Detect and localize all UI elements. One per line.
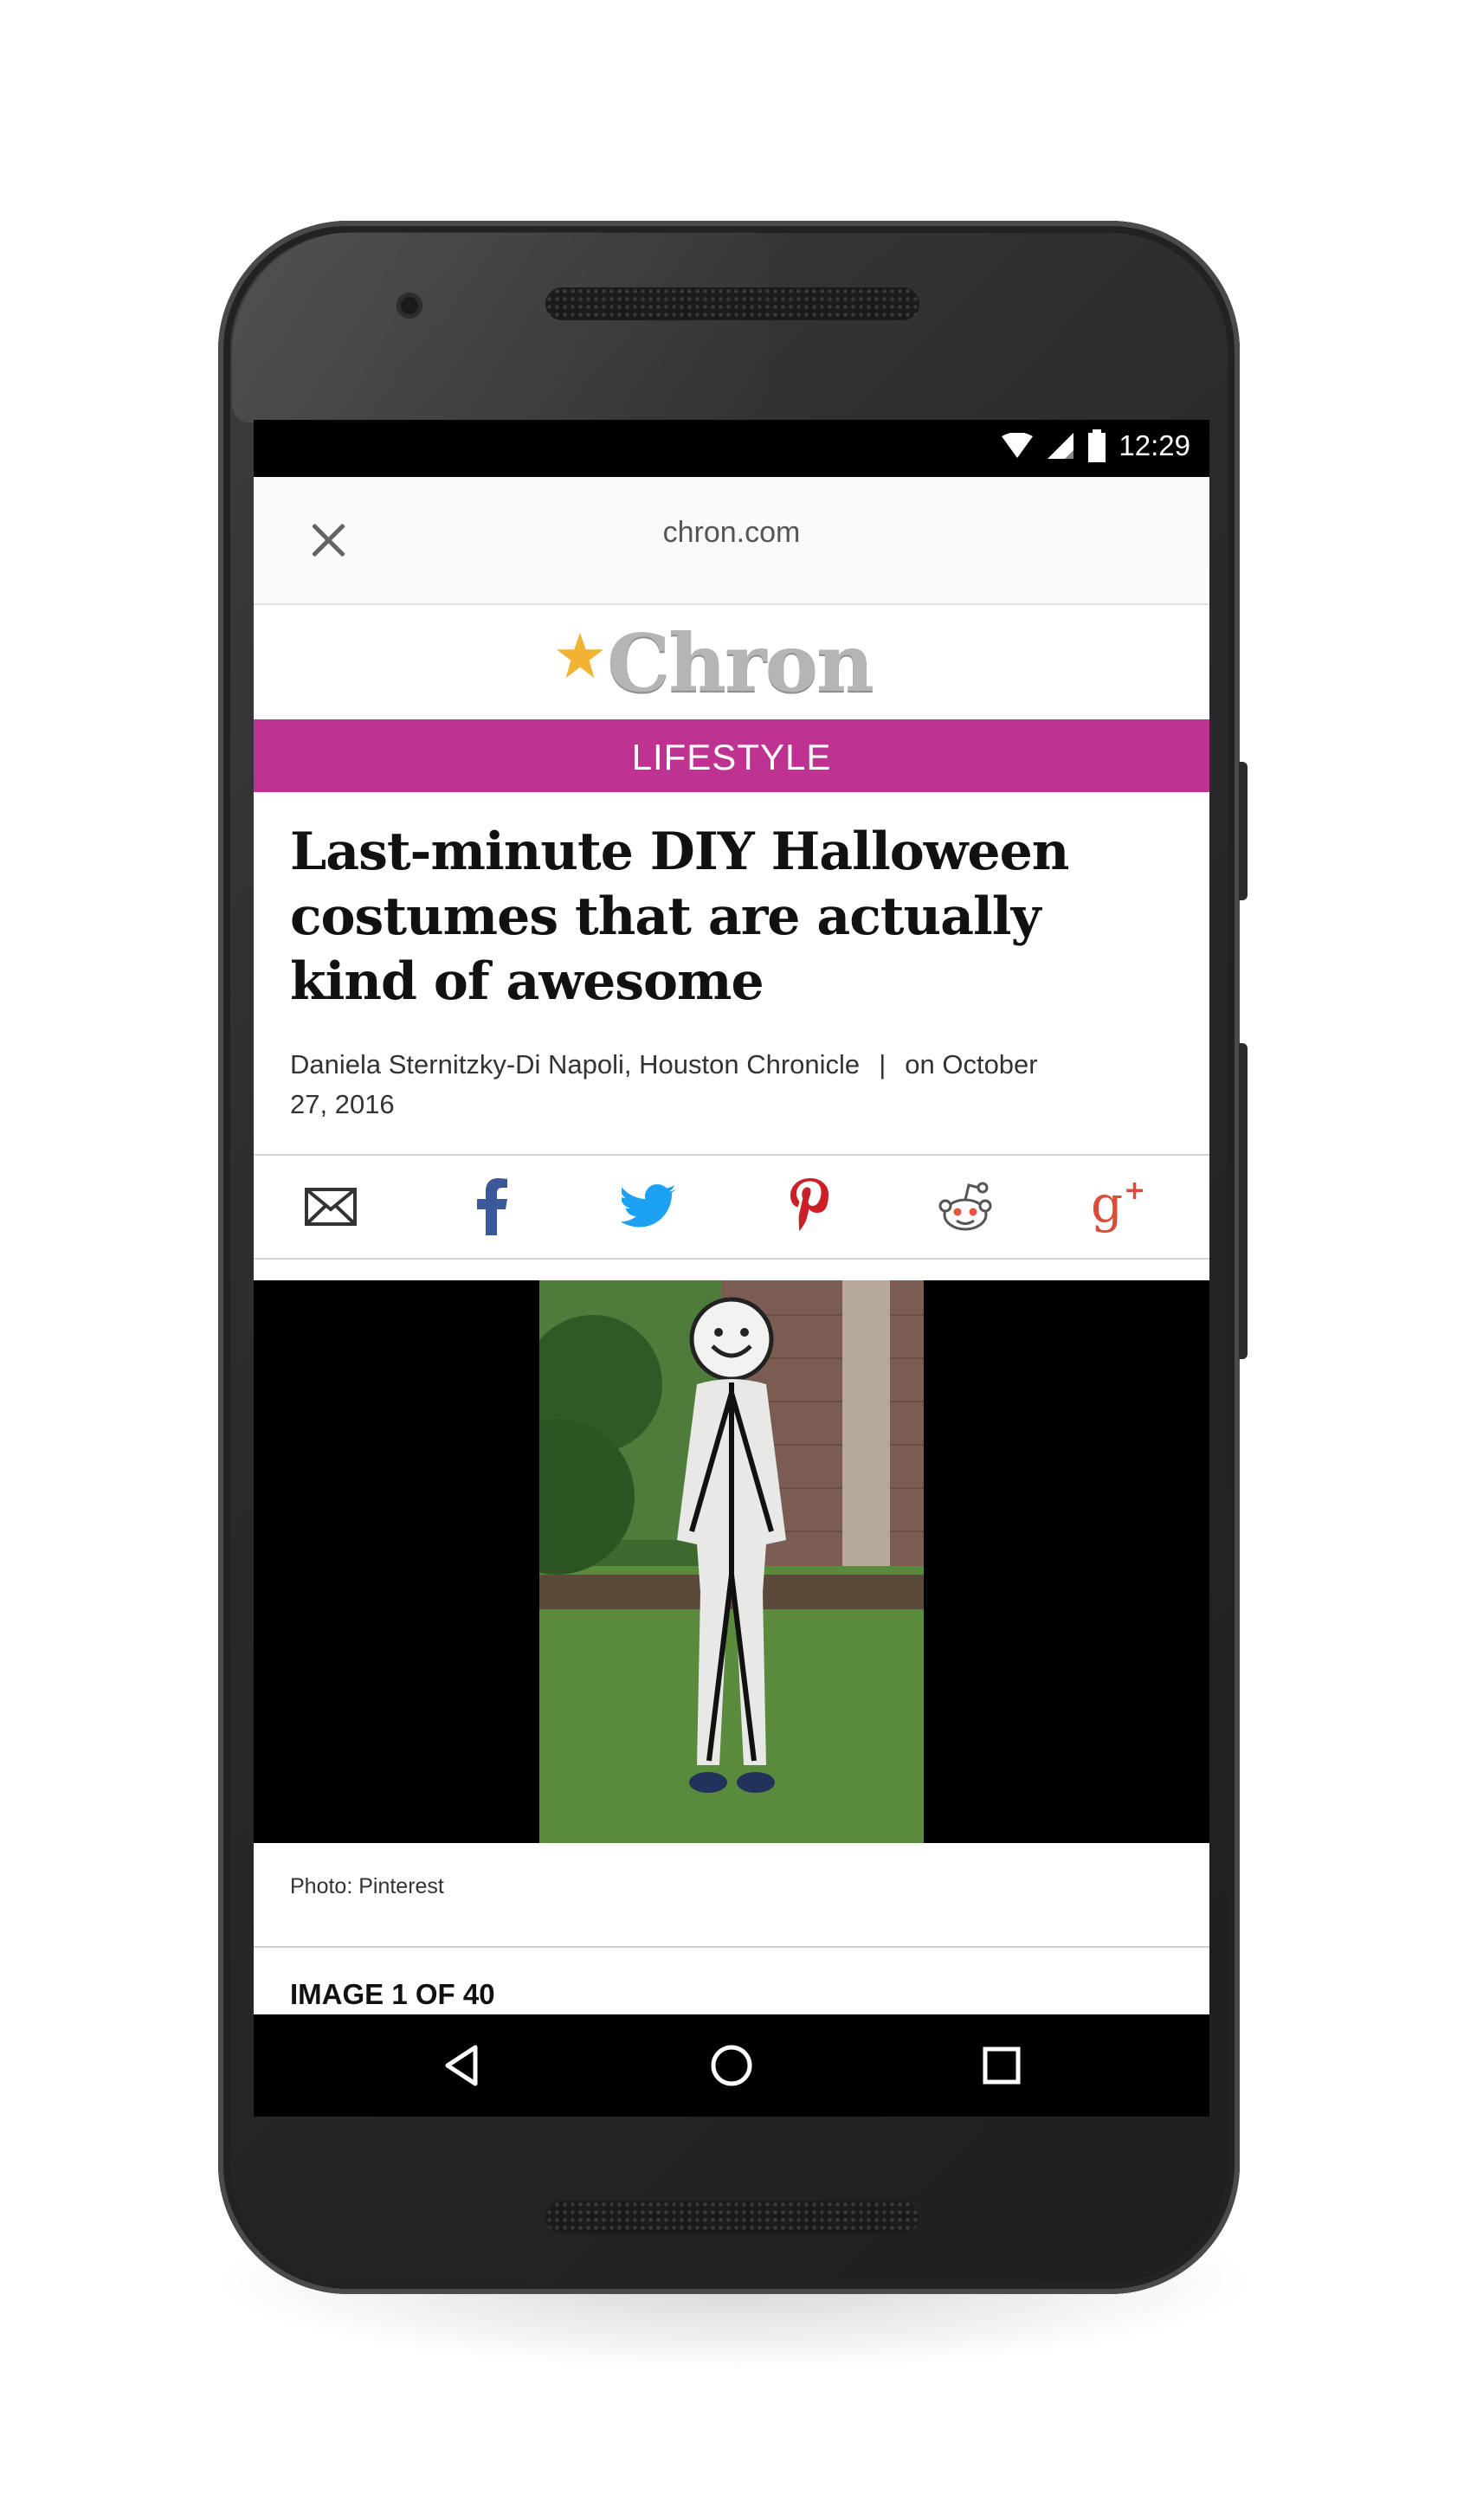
- recents-icon: [983, 2046, 1021, 2085]
- recents-button[interactable]: [979, 2043, 1024, 2088]
- share-bar: g +: [254, 1154, 1209, 1260]
- url-text[interactable]: chron.com: [254, 516, 1209, 550]
- share-twitter-button[interactable]: [617, 1175, 681, 1239]
- image-counter: IMAGE 1 OF 40: [290, 1978, 495, 2010]
- screen: 12:29 chron.com Chron LIFESTYLE Last-min…: [254, 420, 1209, 2117]
- email-icon: [305, 1188, 357, 1226]
- facebook-icon: [477, 1178, 507, 1235]
- home-icon: [711, 2045, 752, 2086]
- share-reddit-button[interactable]: [933, 1175, 997, 1239]
- svg-text:g: g: [1091, 1178, 1123, 1234]
- section-band[interactable]: LIFESTYLE: [254, 719, 1209, 792]
- battery-icon: [1088, 429, 1106, 462]
- status-icons: 12:29: [1001, 429, 1190, 462]
- bottom-speaker: [545, 2201, 919, 2233]
- android-nav-bar: [254, 2014, 1209, 2117]
- cell-signal-icon: [1048, 433, 1074, 459]
- status-time: 12:29: [1119, 429, 1190, 461]
- author-name: Daniela Sternitzky-Di Napoli, Houston Ch…: [290, 1049, 861, 1080]
- article-headline: Last-minute DIY Halloween costumes that …: [290, 822, 1069, 1012]
- home-button[interactable]: [709, 2043, 754, 2088]
- chron-logo[interactable]: Chron: [555, 616, 874, 710]
- status-bar: 12:29: [254, 420, 1209, 477]
- date-prefix: on October: [905, 1049, 1038, 1080]
- front-camera: [397, 293, 422, 319]
- gallery-image-frame[interactable]: [254, 1280, 1209, 1843]
- phone-glare: [232, 232, 769, 422]
- power-button: [1239, 762, 1248, 900]
- back-icon: [445, 2045, 478, 2086]
- volume-button: [1239, 1043, 1248, 1359]
- section-label: LIFESTYLE: [631, 737, 832, 777]
- photo-caption: Photo: Pinterest: [290, 1874, 444, 1898]
- star-icon: [556, 632, 604, 679]
- article-byline: Daniela Sternitzky-Di Napoli, Houston Ch…: [290, 1045, 1038, 1085]
- wifi-icon: [1002, 433, 1034, 458]
- share-facebook-button[interactable]: [460, 1175, 524, 1239]
- share-googleplus-button[interactable]: g +: [1089, 1175, 1153, 1239]
- svg-text:+: +: [1124, 1178, 1145, 1206]
- logo-text: Chron: [607, 616, 874, 710]
- pinterest-icon: [790, 1178, 828, 1231]
- back-button[interactable]: [439, 2043, 484, 2088]
- article-date: 27, 2016: [290, 1089, 395, 1119]
- caption-divider: [254, 1946, 1209, 1948]
- share-pinterest-button[interactable]: [777, 1175, 841, 1239]
- gallery-photo: [539, 1280, 924, 1843]
- byline-separator: |: [879, 1049, 887, 1080]
- site-header: Chron: [254, 605, 1209, 719]
- twitter-icon: [622, 1184, 676, 1228]
- top-speaker: [545, 287, 919, 320]
- google-plus-icon: g +: [1091, 1178, 1145, 1234]
- share-email-button[interactable]: [299, 1175, 363, 1239]
- reddit-icon: [938, 1182, 992, 1231]
- browser-toolbar: chron.com: [254, 477, 1209, 605]
